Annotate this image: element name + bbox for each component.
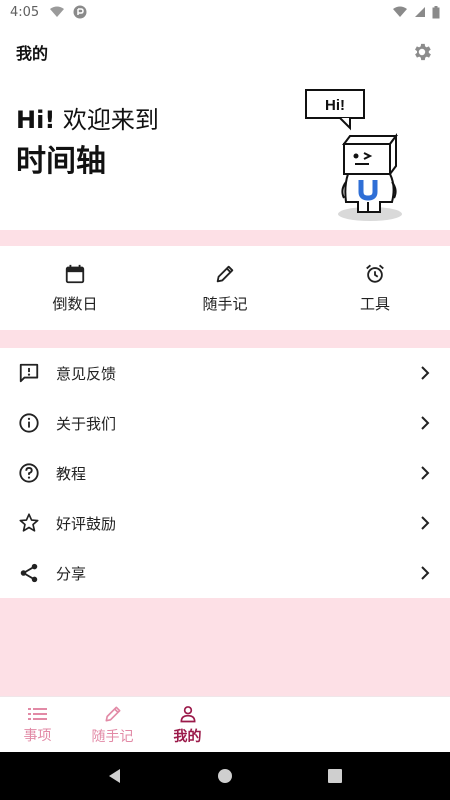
person-icon <box>179 705 196 722</box>
help-icon <box>18 462 40 484</box>
welcome-hero: Hi! 欢迎来到 时间轴 Hi! <box>0 80 450 230</box>
gear-icon <box>415 43 431 61</box>
chevron-right-icon <box>418 466 432 480</box>
tab-quick-note[interactable]: 随手记 <box>75 697 150 752</box>
status-bar: 4:05 <box>0 0 450 24</box>
home-icon[interactable] <box>217 768 233 784</box>
signal-icon <box>415 7 425 17</box>
mascot-bubble-text: Hi! <box>325 97 345 114</box>
chevron-right-icon <box>418 516 432 530</box>
quick-note-button[interactable]: 随手记 <box>150 246 300 330</box>
wifi-off-icon <box>50 6 65 17</box>
countdown-days-button[interactable]: 倒数日 <box>0 246 150 330</box>
info-icon <box>18 412 40 434</box>
menu-item-rate[interactable]: 好评鼓励 <box>0 498 450 548</box>
quick-actions: 倒数日 随手记 工具 <box>0 246 450 330</box>
page-title: 我的 <box>16 44 49 63</box>
countdown-days-label: 倒数日 <box>52 294 98 313</box>
menu-item-label: 意见反馈 <box>56 364 117 383</box>
greeting-rest: 欢迎来到 <box>55 106 159 134</box>
back-icon[interactable] <box>107 768 123 784</box>
mascot-illustration: Hi! <box>305 89 402 221</box>
tab-items[interactable]: 事项 <box>0 697 75 752</box>
pencil-icon <box>216 265 234 282</box>
chevron-right-icon <box>418 566 432 580</box>
share-icon <box>18 562 40 584</box>
app-name: 时间轴 <box>16 144 106 179</box>
tab-mine[interactable]: 我的 <box>150 697 225 752</box>
tab-label: 事项 <box>23 727 52 744</box>
menu-item-label: 教程 <box>56 464 87 483</box>
menu-item-about[interactable]: 关于我们 <box>0 398 450 448</box>
tools-label: 工具 <box>359 294 390 313</box>
bottom-navigation: 事项 随手记 我的 <box>0 696 450 752</box>
greeting-hi: Hi! <box>16 106 56 134</box>
menu-item-label: 好评鼓励 <box>56 514 117 533</box>
settings-menu: 意见反馈 关于我们 教程 好评鼓励 分享 <box>0 348 450 598</box>
chevron-right-icon <box>418 416 432 430</box>
battery-icon <box>432 5 440 18</box>
tools-button[interactable]: 工具 <box>300 246 450 330</box>
list-icon <box>27 707 47 720</box>
menu-item-feedback[interactable]: 意见反馈 <box>0 348 450 398</box>
menu-item-tutorial[interactable]: 教程 <box>0 448 450 498</box>
chevron-right-icon <box>418 366 432 380</box>
status-time: 4:05 <box>10 4 40 20</box>
app-header: 我的 <box>0 30 450 74</box>
menu-item-label: 关于我们 <box>56 414 117 433</box>
settings-button[interactable] <box>410 40 434 64</box>
tab-label: 随手记 <box>91 728 134 745</box>
tab-label: 我的 <box>173 728 202 745</box>
section-divider <box>0 330 450 348</box>
app-notification-icon <box>73 5 87 19</box>
page-background-fill <box>0 598 450 696</box>
system-navigation-bar <box>0 752 450 800</box>
alarm-clock-icon <box>366 264 384 283</box>
feedback-icon <box>18 362 40 384</box>
calendar-icon <box>65 264 85 283</box>
star-icon <box>18 512 40 534</box>
menu-item-label: 分享 <box>56 564 87 583</box>
welcome-text: Hi! 欢迎来到 <box>16 100 159 135</box>
recents-icon[interactable] <box>327 768 343 784</box>
wifi-icon <box>393 6 407 17</box>
section-divider <box>0 230 450 246</box>
pencil-icon <box>105 706 120 721</box>
quick-note-label: 随手记 <box>202 294 248 313</box>
menu-item-share[interactable]: 分享 <box>0 548 450 598</box>
